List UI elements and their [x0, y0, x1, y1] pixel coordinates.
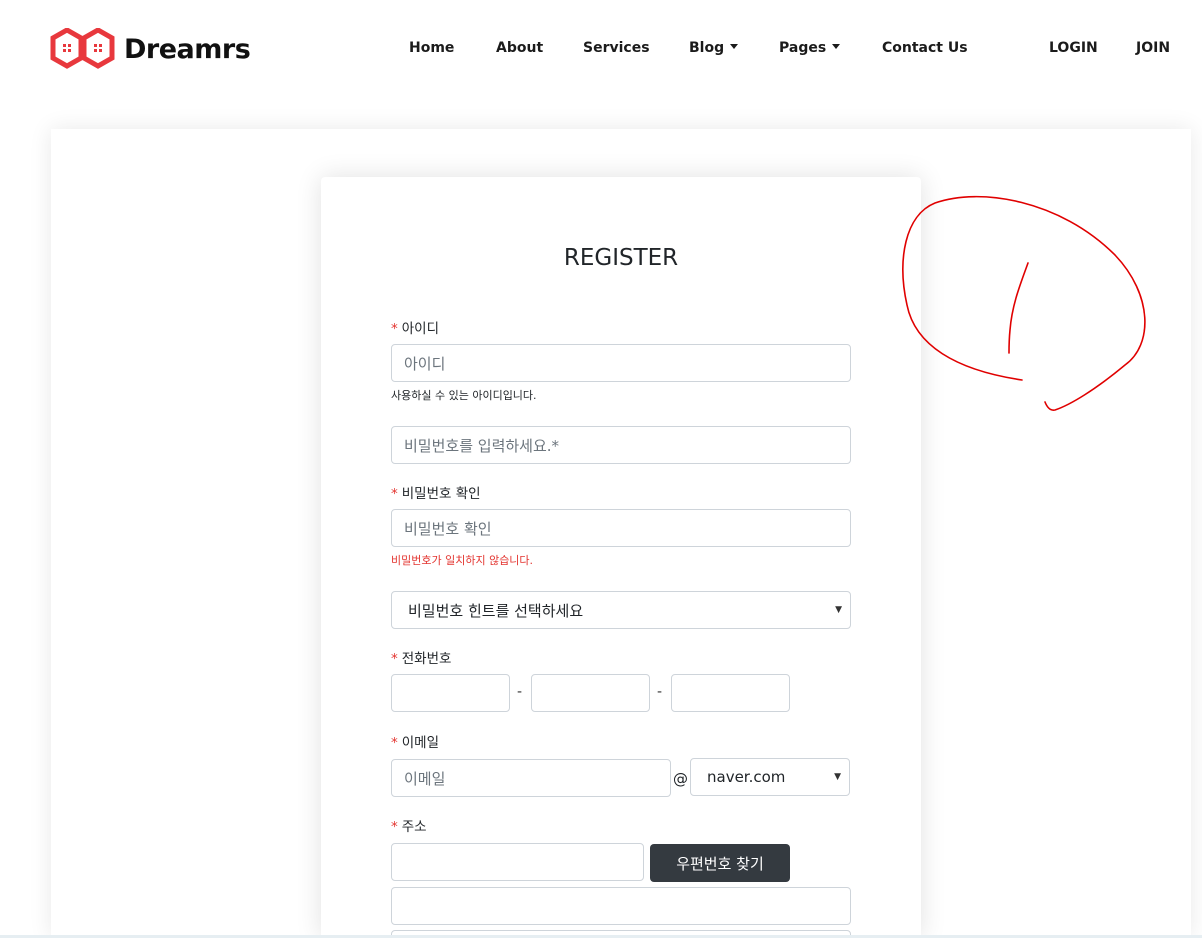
- email-at-sign: @: [673, 770, 688, 788]
- phone-part-2-input[interactable]: [531, 674, 650, 712]
- house-logo-icon: [50, 28, 115, 69]
- email-domain-value: naver.com: [707, 768, 786, 786]
- address-input[interactable]: [391, 887, 851, 925]
- nav-pages[interactable]: Pages: [779, 40, 841, 56]
- password-confirm-input[interactable]: 비밀번호 확인: [391, 509, 851, 547]
- id-help-text: 사용하실 수 있는 아이디입니다.: [391, 389, 537, 402]
- caret-down-icon: [832, 44, 841, 49]
- password-placeholder: 비밀번호를 입력하세요.*: [404, 436, 560, 455]
- nav-join[interactable]: JOIN: [1136, 40, 1170, 56]
- phone-part-1-input[interactable]: [391, 674, 510, 712]
- nav-blog[interactable]: Blog: [689, 40, 739, 56]
- nav-services[interactable]: Services: [583, 40, 650, 56]
- brand-logo[interactable]: Dreamrs: [50, 28, 251, 70]
- email-domain-select[interactable]: naver.com ▼: [690, 758, 850, 796]
- phone-part-3-input[interactable]: [671, 674, 790, 712]
- email-label-text: 이메일: [401, 735, 440, 751]
- required-mark: *: [391, 735, 398, 751]
- phone-label-text: 전화번호: [401, 651, 452, 667]
- email-label: * 이메일: [391, 731, 439, 751]
- brand-name: Dreamrs: [124, 33, 251, 65]
- nav-pages-label: Pages: [779, 40, 827, 56]
- password-error-text: 비밀번호가 일치하지 않습니다.: [391, 554, 534, 567]
- nav-blog-label: Blog: [689, 40, 725, 56]
- id-label: * 아이디: [391, 317, 439, 337]
- caret-down-icon: [730, 44, 739, 49]
- id-input[interactable]: 아이디: [391, 344, 851, 382]
- password-confirm-label-text: 비밀번호 확인: [401, 486, 481, 502]
- email-input[interactable]: 이메일: [391, 759, 671, 797]
- phone-separator: -: [517, 684, 523, 700]
- password-confirm-placeholder: 비밀번호 확인: [404, 519, 492, 538]
- password-input[interactable]: 비밀번호를 입력하세요.*: [391, 426, 851, 464]
- phone-label: * 전화번호: [391, 647, 451, 667]
- zipcode-input[interactable]: [391, 843, 644, 881]
- select-arrow-icon: ▼: [834, 772, 841, 782]
- page-title: REGISTER: [563, 245, 679, 271]
- address-label: * 주소: [391, 815, 427, 835]
- nav-contact[interactable]: Contact Us: [882, 40, 968, 56]
- select-arrow-icon: ▼: [835, 605, 842, 615]
- required-mark: *: [391, 486, 398, 502]
- phone-separator: -: [657, 684, 663, 700]
- required-mark: *: [391, 651, 398, 667]
- required-mark: *: [391, 819, 398, 835]
- id-label-text: 아이디: [401, 321, 440, 337]
- password-hint-select[interactable]: 비밀번호 힌트를 선택하세요 ▼: [391, 591, 851, 629]
- address-label-text: 주소: [401, 819, 427, 835]
- password-confirm-label: * 비밀번호 확인: [391, 482, 481, 502]
- nav-home[interactable]: Home: [409, 40, 454, 56]
- id-placeholder: 아이디: [404, 354, 446, 373]
- nav-about[interactable]: About: [496, 40, 543, 56]
- nav-login[interactable]: LOGIN: [1049, 40, 1098, 56]
- find-zipcode-button[interactable]: 우편번호 찾기: [650, 844, 790, 882]
- required-mark: *: [391, 321, 398, 337]
- site-header: Dreamrs Home About Services Blog Pages C…: [0, 0, 1202, 98]
- password-hint-value: 비밀번호 힌트를 선택하세요: [408, 601, 584, 620]
- email-placeholder: 이메일: [404, 769, 446, 788]
